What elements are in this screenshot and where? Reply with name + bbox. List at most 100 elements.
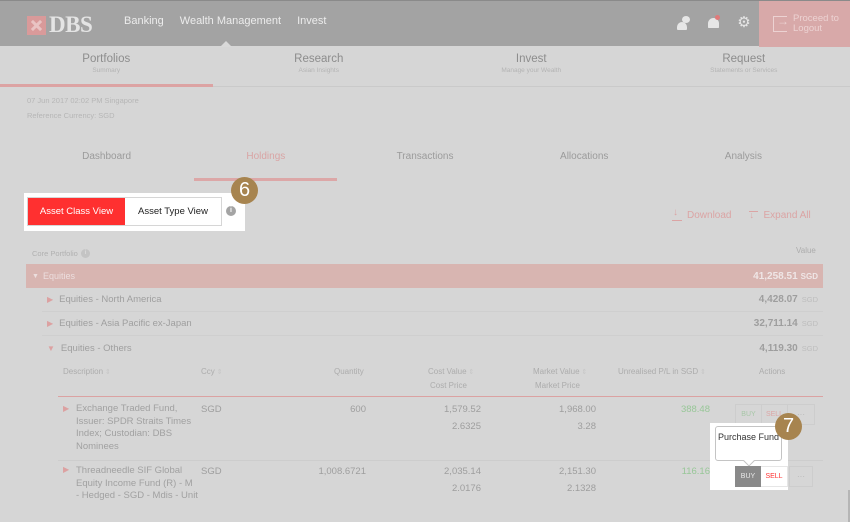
info-icon[interactable]: i (80, 249, 90, 258)
group-currency: SGD (800, 271, 818, 281)
timestamp: 07 Jun 2017 02:02 PM Singapore (27, 96, 139, 105)
section-title: Research (294, 53, 344, 65)
logout-icon (773, 14, 789, 32)
asset-class-view-button[interactable]: Asset Class View (28, 198, 125, 225)
holding-ccy: SGD (201, 404, 222, 415)
notification-bell-icon[interactable] (706, 15, 722, 31)
section-invest[interactable]: Invest Manage your Wealth (425, 46, 638, 86)
expand-all-label: Expand All (763, 210, 811, 221)
holding-cost-value: 1,579.52 (444, 404, 481, 415)
portfolio-subtabs: Dashboard Holdings Transactions Allocati… (27, 140, 823, 181)
col-ccy[interactable]: Ccy (201, 367, 223, 376)
section-title: Invest (515, 53, 547, 65)
section-subtitle: Asian Insights (298, 67, 339, 74)
subgroup-value: 32,711.14 (753, 318, 798, 329)
holding-quantity: 600 (350, 404, 366, 415)
expand-triangle-icon: ▶ (47, 319, 54, 328)
holding-cost-price: 2.6325 (451, 421, 481, 432)
group-name: Equities (42, 271, 75, 281)
equities-group-row[interactable]: ▼ Equities 41,258.51 SGD (26, 264, 823, 288)
nav-wealth-management[interactable]: Wealth Management (180, 15, 281, 27)
tab-dashboard[interactable]: Dashboard (27, 140, 186, 180)
expand-all-button[interactable]: Expand All (749, 210, 811, 221)
col-quantity: Quantity (334, 367, 364, 376)
value-header: Value (796, 246, 816, 255)
core-portfolio-label: Core Portfolio i (32, 249, 90, 258)
holdings-toolbar: Download Expand All (672, 207, 811, 221)
expand-all-icon (749, 210, 759, 221)
settings-gear-icon[interactable]: ⚙ (736, 15, 752, 31)
annotation-badge-7: 7 (775, 413, 802, 440)
core-portfolio-text: Core Portfolio (32, 249, 78, 258)
subgroup-currency: SGD (801, 295, 818, 304)
buy-button[interactable]: BUY (735, 466, 761, 487)
subgroup-name: Equities - Asia Pacific ex-Japan (59, 318, 192, 329)
asset-type-view-button[interactable]: Asset Type View (125, 198, 221, 225)
buy-button[interactable]: BUY (736, 405, 762, 424)
section-subtitle: Statements or Services (710, 67, 778, 74)
subgroup-row[interactable]: ▶ Equities - Asia Pacific ex-Japan 32,71… (42, 312, 823, 336)
holding-unrealised-pl: 388.48 (680, 404, 710, 415)
dbs-logo-icon (27, 15, 46, 35)
subgroup-row[interactable]: ▼ Equities - Others 4,119.30 SGD (42, 336, 823, 360)
top-navigation-bar: DBS Banking Wealth Management Invest ⚙ P… (0, 0, 850, 47)
tab-transactions[interactable]: Transactions (345, 140, 504, 180)
chat-support-icon[interactable] (676, 15, 692, 31)
reference-currency: Reference Currency: SGD (27, 111, 115, 120)
dbs-logo[interactable]: DBS (27, 12, 93, 38)
col-cost-value[interactable]: Cost Value (428, 367, 474, 376)
logo-text: DBS (49, 12, 93, 37)
col-description[interactable]: Description (63, 367, 111, 376)
collapse-triangle-icon: ▼ (47, 343, 55, 353)
portfolio-meta: 07 Jun 2017 02:02 PM Singapore Reference… (27, 93, 139, 123)
section-title: Request (722, 53, 766, 65)
logout-button[interactable]: Proceed to Logout (759, 1, 850, 47)
sell-button[interactable]: SELL (761, 466, 788, 487)
holding-description: Exchange Traded Fund, Issuer: SPDR Strai… (76, 403, 192, 452)
expand-triangle-icon: ▶ (47, 295, 54, 304)
section-title: Portfolios (82, 53, 131, 65)
group-value: 41,258.51 (753, 270, 798, 282)
annotation-badge-6: 6 (231, 177, 258, 204)
expand-triangle-icon[interactable]: ▶ (63, 465, 69, 474)
info-icon[interactable]: i (226, 206, 236, 216)
download-button[interactable]: Download (672, 207, 732, 221)
holding-cost-value: 2,035.14 (444, 466, 481, 477)
section-subtitle: Manage your Wealth (501, 67, 562, 74)
download-label: Download (687, 210, 732, 221)
tab-analysis[interactable]: Analysis (664, 140, 823, 180)
subgroup-name: Equities - North America (59, 294, 162, 305)
logout-line2: Logout (793, 23, 823, 34)
subgroup-name: Equities - Others (60, 342, 132, 354)
logout-label: Proceed to Logout (793, 14, 839, 34)
col-unrealised-pl[interactable]: Unrealised P/L in SGD (618, 367, 706, 376)
holding-market-price: 2.1328 (566, 483, 596, 494)
section-request[interactable]: Request Statements or Services (638, 46, 850, 86)
section-research[interactable]: Research Asian Insights (213, 46, 426, 86)
col-market-value[interactable]: Market Value (533, 367, 587, 376)
top-nav: Banking Wealth Management Invest (124, 15, 342, 27)
more-options-button[interactable]: ··· (789, 466, 813, 487)
col-actions: Actions (759, 367, 786, 376)
view-toggle: Asset Class View Asset Type View (27, 197, 222, 226)
expand-triangle-icon[interactable]: ▶ (63, 404, 69, 413)
nav-invest[interactable]: Invest (297, 15, 326, 27)
col-market-price: Market Price (535, 381, 580, 390)
holding-market-value: 1,968.00 (559, 404, 596, 415)
holding-ccy: SGD (201, 466, 222, 477)
holding-cost-price: 2.0176 (451, 483, 481, 494)
subgroup-value: 4,428.07 (758, 294, 798, 305)
subgroup-value: 4,119.30 (759, 342, 798, 354)
purchase-fund-tooltip: Purchase Fund (715, 426, 782, 461)
download-icon (672, 207, 682, 221)
subgroup-row[interactable]: ▶ Equities - North America 4,428.07 SGD (42, 288, 823, 312)
nav-banking[interactable]: Banking (124, 15, 164, 27)
subgroup-currency: SGD (801, 319, 818, 328)
tab-allocations[interactable]: Allocations (505, 140, 664, 180)
section-portfolios[interactable]: Portfolios Summary (0, 46, 213, 87)
collapse-triangle-icon: ▼ (32, 272, 39, 280)
holding-unrealised-pl: 116.16 (681, 466, 710, 477)
holding-market-value: 2,151.30 (559, 466, 596, 477)
holding-market-price: 3.28 (577, 421, 597, 432)
tab-holdings[interactable]: Holdings (186, 140, 345, 181)
